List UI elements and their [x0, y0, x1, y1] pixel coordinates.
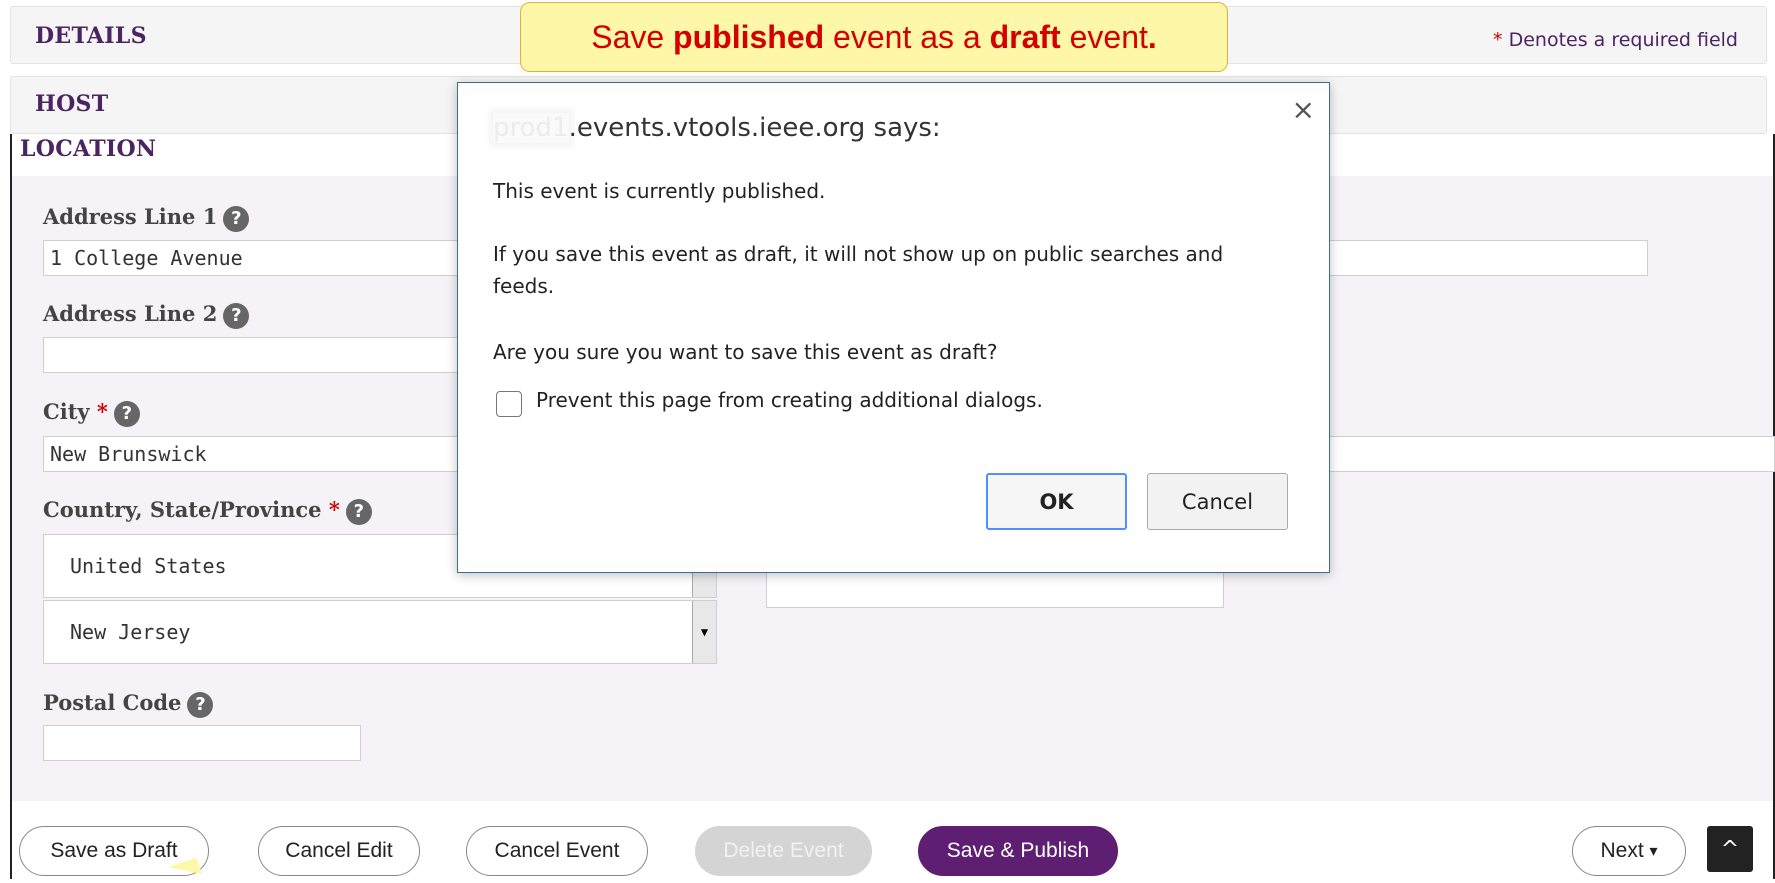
- postal-label: Postal Code?: [43, 690, 214, 718]
- city-label-text: City: [43, 399, 90, 424]
- callout-bold-period: .: [1147, 18, 1157, 55]
- required-field-note: * Denotes a required field: [1493, 29, 1738, 51]
- details-section-title: DETAILS: [35, 23, 147, 49]
- postal-input[interactable]: [43, 725, 361, 761]
- ok-button[interactable]: OK: [986, 473, 1127, 530]
- address2-label-text: Address Line 2: [43, 301, 218, 326]
- cancel-event-button[interactable]: Cancel Event: [466, 826, 648, 876]
- dialog-line-3: Are you sure you want to save this event…: [493, 340, 998, 364]
- chevron-down-icon[interactable]: ▼: [692, 601, 716, 663]
- required-star: *: [328, 497, 340, 522]
- callout-bold-published: published: [673, 18, 825, 55]
- help-icon[interactable]: ?: [223, 205, 250, 232]
- country-state-label-text: Country, State/Province: [43, 497, 322, 522]
- host-section-title: HOST: [35, 91, 109, 117]
- delete-event-button[interactable]: Delete Event: [695, 826, 872, 876]
- dialog-title: prod1.events.vtools.ieee.org says:: [493, 113, 941, 143]
- dialog-title-blurred-host: prod1: [493, 113, 569, 143]
- location-section-title: LOCATION: [20, 136, 157, 162]
- help-icon[interactable]: ?: [113, 400, 140, 427]
- help-icon[interactable]: ?: [187, 691, 214, 718]
- callout-text-1: Save: [591, 18, 674, 55]
- address1-label-text: Address Line 1: [43, 204, 218, 229]
- callout-bold-draft: draft: [989, 18, 1061, 55]
- country-state-label: Country, State/Province *?: [43, 497, 372, 525]
- callout-text-3: event: [1060, 18, 1148, 55]
- required-star: *: [1493, 29, 1503, 51]
- annotation-callout: Save published event as a draft event.: [520, 2, 1228, 72]
- state-select[interactable]: New Jersey ▼: [43, 600, 717, 664]
- address1-label: Address Line 1?: [43, 204, 250, 232]
- prevent-dialogs-label[interactable]: Prevent this page from creating addition…: [536, 388, 1043, 412]
- postal-label-text: Postal Code: [43, 690, 182, 715]
- city-label: City *?: [43, 399, 140, 427]
- dialog-line-1: This event is currently published.: [493, 179, 826, 203]
- help-icon[interactable]: ?: [345, 498, 372, 525]
- chevron-up-icon: ^: [1720, 836, 1740, 862]
- callout-text-2: event as a: [824, 18, 990, 55]
- save-and-publish-button[interactable]: Save & Publish: [918, 826, 1118, 876]
- help-icon[interactable]: ?: [223, 302, 250, 329]
- prevent-dialogs-checkbox[interactable]: [496, 391, 522, 417]
- address2-label: Address Line 2?: [43, 301, 250, 329]
- caret-down-icon: ▾: [1649, 843, 1658, 860]
- next-button-label: Next: [1600, 839, 1644, 862]
- confirm-dialog: × prod1.events.vtools.ieee.org says: Thi…: [457, 82, 1330, 573]
- state-select-value: New Jersey: [70, 620, 191, 644]
- close-icon[interactable]: ×: [1292, 93, 1315, 126]
- address2-input[interactable]: [43, 337, 463, 373]
- required-star: *: [96, 399, 108, 424]
- cancel-button[interactable]: Cancel: [1147, 473, 1288, 530]
- country-select-value: United States: [70, 554, 227, 578]
- required-note-text: Denotes a required field: [1508, 29, 1738, 51]
- cancel-edit-button[interactable]: Cancel Edit: [258, 826, 420, 876]
- next-button[interactable]: Next ▾: [1572, 826, 1686, 876]
- dialog-line-2: If you save this event as draft, it will…: [493, 242, 1224, 298]
- scroll-to-top-button[interactable]: ^: [1707, 826, 1753, 872]
- region-input[interactable]: [766, 570, 1224, 608]
- dialog-title-text: .events.vtools.ieee.org says:: [568, 113, 941, 143]
